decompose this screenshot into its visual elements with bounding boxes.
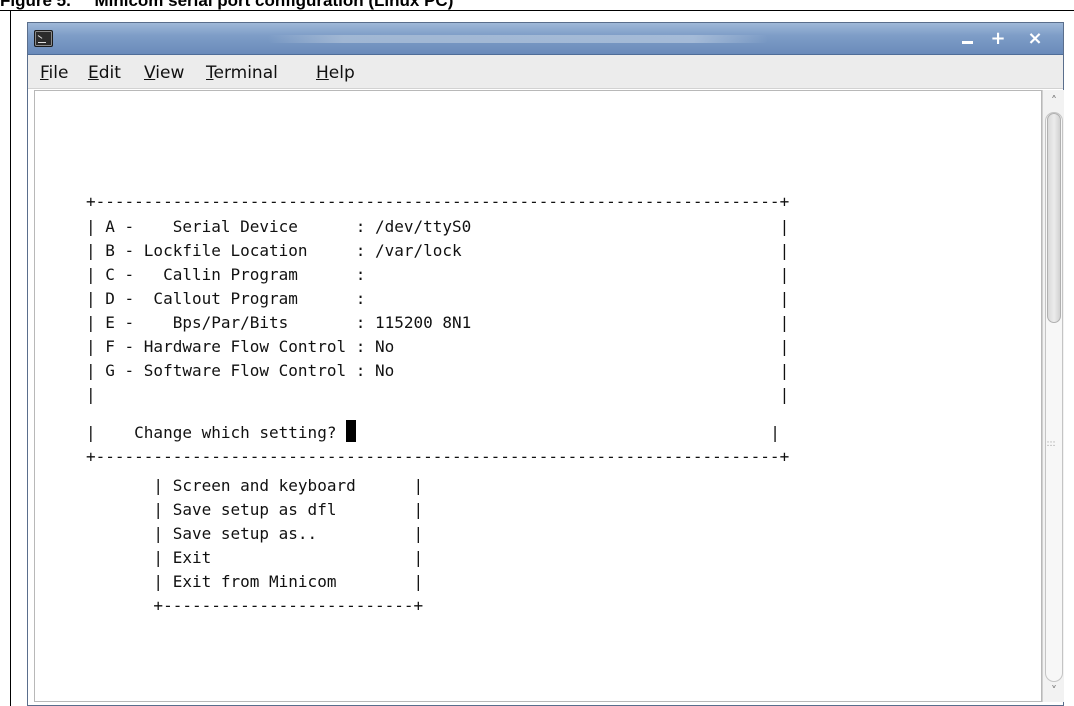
menu-terminal[interactable]: Terminal xyxy=(206,63,278,83)
setting-callin-program: | C - Callin Program : | xyxy=(86,265,790,284)
prompt-text: | Change which setting? xyxy=(86,423,347,442)
menu-view-mnemonic: V xyxy=(144,63,156,83)
scroll-up-arrow-icon[interactable]: ˄ xyxy=(1046,94,1062,108)
terminal-screen[interactable]: +---------------------------------------… xyxy=(34,90,1042,702)
menu-option-exit-minicom: | Exit from Minicom | xyxy=(86,572,424,591)
menu-help[interactable]: Help xyxy=(316,63,355,83)
menu-view-label: iew xyxy=(155,63,185,83)
menu-option-save-as: | Save setup as.. | xyxy=(86,524,424,543)
setting-software-flow-control: | G - Software Flow Control : No | xyxy=(86,361,790,380)
submenu-box-bottom: +--------------------------+ xyxy=(86,596,424,615)
minimize-button[interactable] xyxy=(956,28,980,50)
maximize-button[interactable]: + xyxy=(986,28,1010,50)
figure-caption: Figure 5. Minicom serial port configurat… xyxy=(0,0,454,10)
menu-file-mnemonic: F xyxy=(40,63,49,83)
setting-bps-par-bits: | E - Bps/Par/Bits : 115200 8N1 | xyxy=(86,313,790,332)
menu-option-save-dfl: | Save setup as dfl | xyxy=(86,500,424,519)
vertical-scrollbar[interactable]: ˄ ::: ˅ xyxy=(1042,90,1064,702)
menu-bar: File Edit View Terminal Help xyxy=(28,55,1063,89)
menu-terminal-label: erminal xyxy=(213,63,278,83)
figure-top-rule xyxy=(0,10,1074,11)
prompt-box-edge: | xyxy=(356,423,780,442)
menu-help-label: elp xyxy=(328,63,355,83)
menu-view[interactable]: View xyxy=(144,63,184,83)
change-setting-prompt[interactable]: | Change which setting? | xyxy=(86,420,780,444)
scroll-down-arrow-icon[interactable]: ˅ xyxy=(1046,684,1062,698)
setting-lockfile-location: | B - Lockfile Location : /var/lock | xyxy=(86,241,790,260)
menu-edit-mnemonic: E xyxy=(88,63,99,83)
menu-file-label: ile xyxy=(48,63,69,83)
text-cursor xyxy=(346,420,357,442)
scroll-trough[interactable] xyxy=(1045,112,1063,682)
resize-grip-icon[interactable]: ::: xyxy=(1046,440,1056,456)
menu-terminal-mnemonic: T xyxy=(206,63,214,83)
title-bar[interactable]: + × xyxy=(28,23,1063,55)
minimize-icon xyxy=(962,41,973,44)
menu-option-exit: | Exit | xyxy=(86,548,424,567)
terminal-icon[interactable] xyxy=(34,30,53,47)
setting-hardware-flow-control: | F - Hardware Flow Control : No | xyxy=(86,337,790,356)
config-box-top: +---------------------------------------… xyxy=(86,192,790,211)
config-box-blank-line: | | xyxy=(86,385,790,404)
close-button[interactable]: × xyxy=(1023,28,1047,50)
terminal-window: + × File Edit View Terminal Help +------… xyxy=(27,22,1064,706)
menu-edit-label: dit xyxy=(98,63,121,83)
setting-callout-program: | D - Callout Program : | xyxy=(86,289,790,308)
menu-file[interactable]: File xyxy=(40,63,68,83)
setting-serial-device: | A - Serial Device : /dev/ttyS0 | xyxy=(86,217,790,236)
menu-help-mnemonic: H xyxy=(316,63,329,83)
figure-left-rule xyxy=(10,10,11,706)
menu-edit[interactable]: Edit xyxy=(88,63,121,83)
scroll-thumb[interactable] xyxy=(1047,113,1061,323)
window-title-blurred xyxy=(268,35,768,43)
config-box-bottom: +---------------------------------------… xyxy=(86,447,790,466)
menu-option-screen-keyboard: | Screen and keyboard | xyxy=(86,476,424,495)
